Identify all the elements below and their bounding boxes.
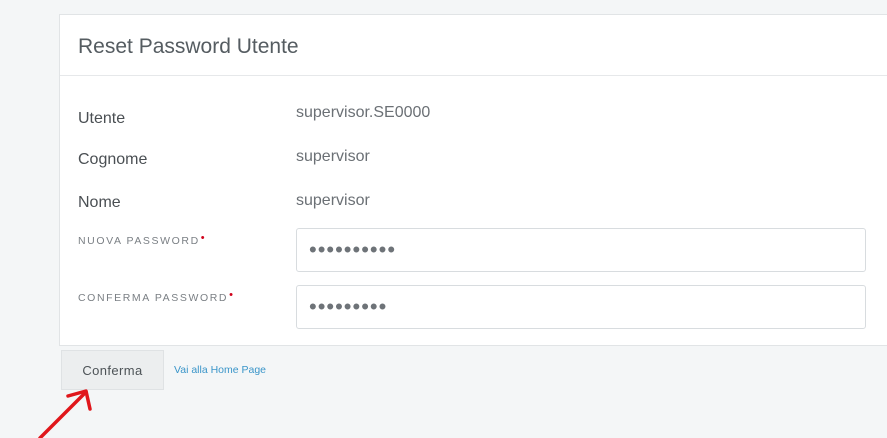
red-arrow-annotation [38, 389, 92, 438]
arrow-icon [38, 389, 92, 438]
